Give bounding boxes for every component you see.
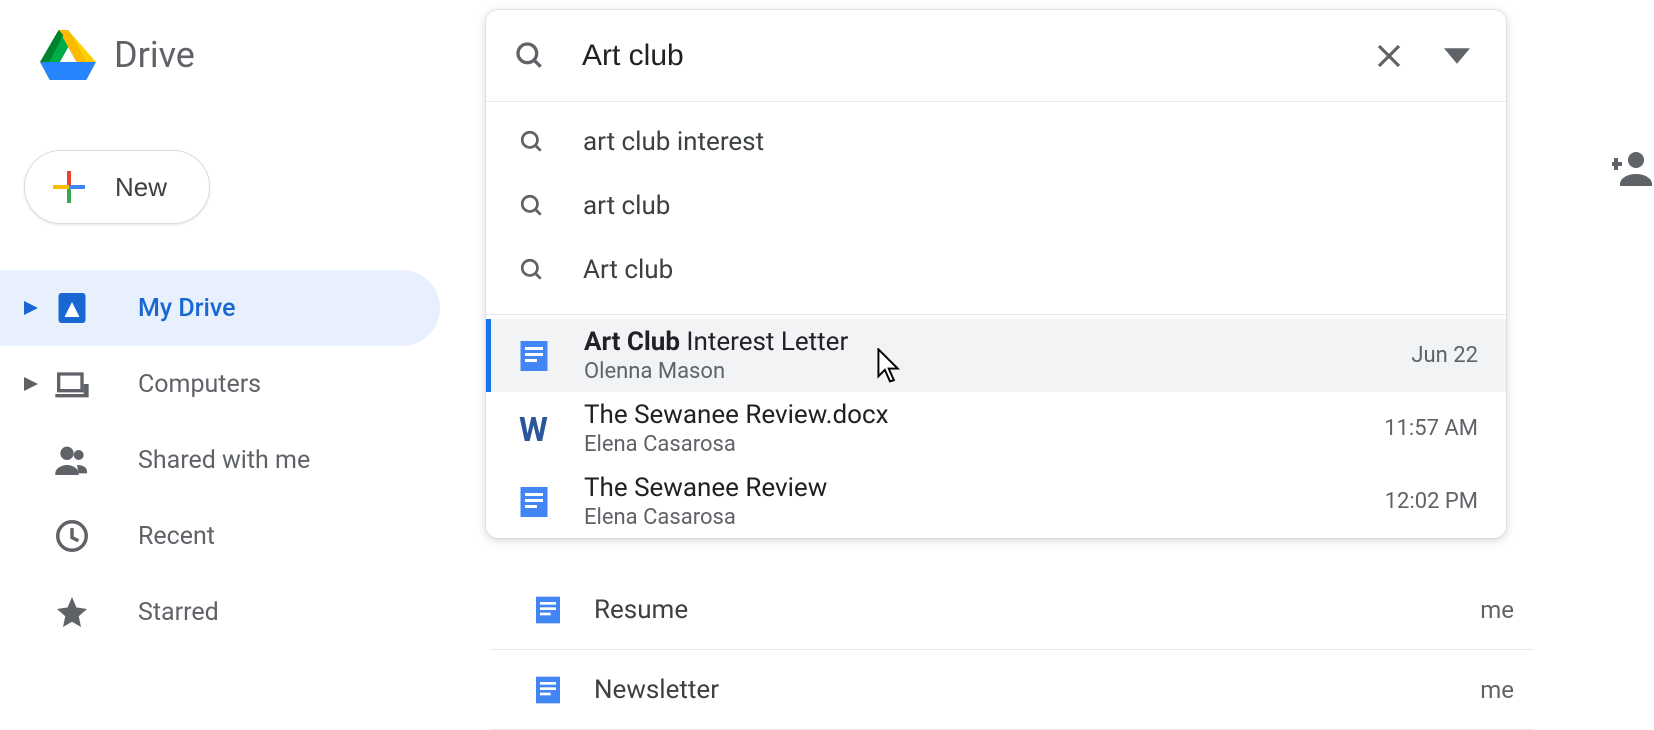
new-button[interactable]: New [24, 150, 210, 224]
sidebar-item-label: Shared with me [138, 446, 310, 475]
file-row[interactable]: Resume me [490, 570, 1534, 650]
search-bar [486, 10, 1506, 102]
result-owner: Elena Casarosa [584, 505, 1385, 530]
star-icon [50, 590, 94, 634]
sidebar-item-my-drive[interactable]: My Drive [0, 270, 440, 346]
sidebar-item-shared[interactable]: Shared with me [0, 422, 440, 498]
sidebar-item-starred[interactable]: Starred [0, 574, 440, 650]
docs-icon [514, 336, 554, 376]
sidebar: New My Drive Computers Sh [0, 150, 440, 650]
result-time: Jun 22 [1411, 343, 1478, 368]
sidebar-item-recent[interactable]: Recent [0, 498, 440, 574]
computers-icon [50, 362, 94, 406]
search-panel: art club interest art club Art club Art … [486, 10, 1506, 538]
recent-icon [50, 514, 94, 558]
sidebar-item-label: Starred [138, 598, 219, 627]
file-owner: me [1480, 596, 1514, 624]
docs-icon [528, 670, 568, 710]
drive-logo-icon [40, 30, 96, 80]
result-meta: Art Club Interest Letter Olenna Mason [584, 327, 1411, 384]
expand-icon[interactable] [16, 301, 46, 315]
search-suggestion[interactable]: art club [486, 174, 1506, 238]
sidebar-item-computers[interactable]: Computers [0, 346, 440, 422]
search-suggestion[interactable]: Art club [486, 238, 1506, 302]
search-result[interactable]: W The Sewanee Review.docx Elena Casarosa… [486, 392, 1506, 465]
search-options-button[interactable] [1436, 35, 1478, 77]
add-person-icon[interactable] [1612, 144, 1654, 192]
result-owner: Elena Casarosa [584, 432, 1384, 457]
result-time: 12:02 PM [1385, 489, 1478, 514]
nav: My Drive Computers Shared with me Recent [0, 270, 440, 650]
product-name: Drive [114, 34, 195, 76]
sidebar-item-label: Computers [138, 370, 261, 399]
shared-icon [50, 438, 94, 482]
search-suggestions: art club interest art club Art club [486, 102, 1506, 310]
file-owner: me [1480, 676, 1514, 704]
search-input[interactable] [582, 39, 1366, 73]
new-button-label: New [115, 172, 167, 203]
file-title: Resume [594, 595, 1480, 625]
search-results: Art Club Interest Letter Olenna Mason Ju… [486, 319, 1506, 538]
result-owner: Olenna Mason [584, 359, 1411, 384]
word-icon: W [514, 409, 554, 449]
expand-icon[interactable] [16, 377, 46, 391]
docs-icon [528, 590, 568, 630]
file-list: Resume me Newsletter me [490, 570, 1534, 730]
suggestion-text: art club [583, 191, 670, 221]
svg-text:W: W [519, 411, 548, 447]
result-meta: The Sewanee Review.docx Elena Casarosa [584, 400, 1384, 457]
result-title: The Sewanee Review.docx [584, 400, 1384, 430]
result-title: Art Club Interest Letter [584, 327, 1411, 357]
search-suggestion[interactable]: art club interest [486, 110, 1506, 174]
sidebar-item-label: My Drive [138, 294, 236, 323]
result-meta: The Sewanee Review Elena Casarosa [584, 473, 1385, 530]
search-icon [514, 129, 550, 155]
sidebar-item-label: Recent [138, 522, 215, 551]
drive-icon [50, 286, 94, 330]
suggestion-text: art club interest [583, 127, 764, 157]
clear-search-button[interactable] [1366, 33, 1412, 79]
suggestion-text: Art club [583, 255, 673, 285]
search-icon[interactable] [514, 40, 546, 72]
search-result[interactable]: The Sewanee Review Elena Casarosa 12:02 … [486, 465, 1506, 538]
result-time: 11:57 AM [1384, 416, 1478, 441]
separator [486, 314, 1506, 315]
plus-icon [51, 169, 87, 205]
result-title: The Sewanee Review [584, 473, 1385, 503]
search-result[interactable]: Art Club Interest Letter Olenna Mason Ju… [486, 319, 1506, 392]
docs-icon [514, 482, 554, 522]
file-title: Newsletter [594, 675, 1480, 705]
search-icon [514, 193, 550, 219]
file-row[interactable]: Newsletter me [490, 650, 1534, 730]
search-icon [514, 257, 550, 283]
logo[interactable]: Drive [40, 30, 195, 80]
